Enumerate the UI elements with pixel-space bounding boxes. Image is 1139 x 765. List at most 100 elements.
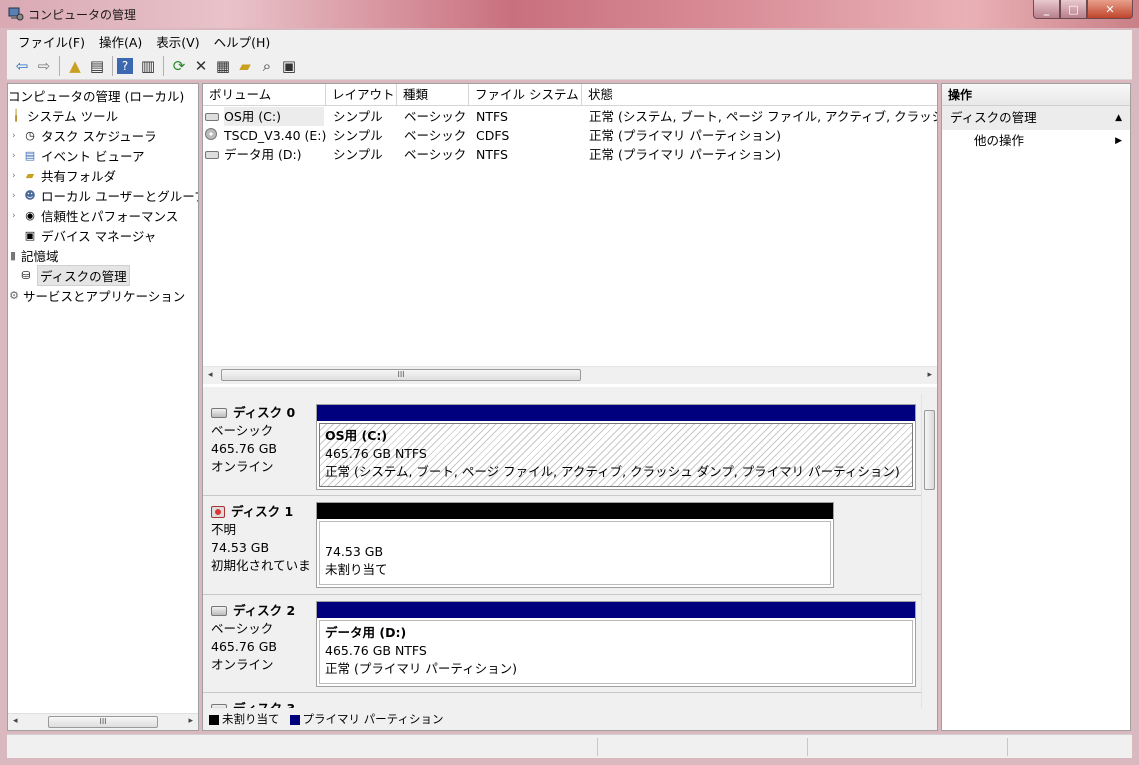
tree-item-shared-folders[interactable]: › ▰ 共有フォルダ [12, 166, 116, 185]
expand-arrow-icon[interactable]: › [12, 151, 22, 161]
delete-icon[interactable]: ✕ [190, 55, 212, 77]
volume-list[interactable]: ボリューム レイアウト 種類 ファイル システム 状態 OS用 (C:) シンプ… [203, 84, 937, 387]
open-folder-icon[interactable]: ▰ [234, 55, 256, 77]
search-icon[interactable]: ⌕ [256, 55, 278, 77]
tree-horizontal-scrollbar[interactable]: ◂ III ▸ [8, 713, 198, 730]
title-bar[interactable]: コンピュータの管理 _ □ ✕ [0, 0, 1139, 28]
volume-c-body[interactable]: OS用 (C:) 465.76 GB NTFS 正常 (システム, ブート, ペ… [319, 423, 913, 487]
volume-name: OS用 (C:) [325, 428, 388, 443]
tree-item-label: デバイス マネージャ [41, 229, 157, 244]
computer-management-icon [8, 7, 24, 21]
collapse-arrow-icon[interactable]: ▲ [1115, 106, 1122, 130]
expand-arrow-icon[interactable]: › [12, 171, 22, 181]
filesystem-cell: NTFS [476, 109, 508, 124]
filesystem-cell: NTFS [476, 147, 508, 162]
disk-0-info[interactable]: ディスク 0 ベーシック 465.76 GB オンライン [211, 404, 319, 476]
scroll-thumb[interactable]: III [221, 369, 581, 381]
column-header-type[interactable]: 種類 [397, 84, 469, 106]
volume-size: 465.76 GB NTFS [325, 643, 427, 658]
layout-cell: シンプル [333, 109, 383, 124]
scroll-left-icon[interactable]: ◂ [13, 716, 18, 726]
volume-list-horizontal-scrollbar[interactable]: ◂ III ▸ [203, 366, 937, 384]
actions-pane: 操作 ディスクの管理 ▲ 他の操作 ▶ [941, 83, 1131, 731]
column-header-layout[interactable]: レイアウト [326, 84, 397, 106]
disk-size: 465.76 GB [211, 441, 277, 456]
volume-c-partition[interactable]: OS用 (C:) 465.76 GB NTFS 正常 (システム, ブート, ペ… [316, 404, 916, 490]
column-header-filesystem[interactable]: ファイル システム [469, 84, 582, 106]
back-icon[interactable]: ⇦ [11, 55, 33, 77]
unallocated-body[interactable]: 74.53 GB 未割り当て [319, 521, 831, 585]
disk-map-vertical-scrollbar[interactable] [921, 394, 937, 708]
disk-map[interactable]: ディスク 0 ベーシック 465.76 GB オンライン OS用 (C:) 46… [203, 394, 937, 708]
tree-item-computer-management[interactable]: コンピュータの管理 (ローカル) [8, 86, 184, 105]
expand-arrow-icon[interactable]: › [12, 211, 22, 221]
properties-icon[interactable]: ▦ [212, 55, 234, 77]
disk-1-unallocated[interactable]: 74.53 GB 未割り当て [316, 502, 834, 588]
tree-item-disk-management[interactable]: ⛁ ディスクの管理 [18, 265, 130, 286]
menu-view[interactable]: 表示(V) [149, 32, 206, 51]
volume-d-body[interactable]: データ用 (D:) 465.76 GB NTFS 正常 (プライマリ パーティシ… [319, 620, 913, 684]
scroll-thumb[interactable] [924, 410, 935, 490]
column-header-status[interactable]: 状態 [582, 84, 937, 106]
column-header-volume[interactable]: ボリューム [203, 84, 326, 106]
hard-disk-icon [211, 606, 227, 616]
tree-item-label: イベント ビューア [41, 149, 145, 164]
menu-help[interactable]: ヘルプ(H) [207, 32, 278, 51]
volume-d-partition[interactable]: データ用 (D:) 465.76 GB NTFS 正常 (プライマリ パーティシ… [316, 601, 916, 687]
tools-icon: ╽ [12, 109, 20, 122]
tree-item-storage[interactable]: ▮ 記憶域 [8, 246, 59, 265]
show-hide-action-pane-icon[interactable]: ▥ [137, 55, 159, 77]
close-button[interactable]: ✕ [1087, 0, 1133, 19]
disk-error-icon [211, 506, 225, 518]
clock-icon: ◷ [25, 129, 35, 142]
disk-1-info[interactable]: ディスク 1 不明 74.53 GB 初期化されていま [211, 503, 319, 575]
navigation-tree[interactable]: コンピュータの管理 (ローカル) ╽ システム ツール › ◷ タスク スケジュ… [7, 83, 199, 731]
forward-icon[interactable]: ⇨ [33, 55, 55, 77]
help-icon[interactable]: ? [117, 57, 133, 74]
minimize-button[interactable]: _ [1033, 0, 1060, 19]
services-icon: ⚙ [9, 289, 19, 302]
legend-label: 未割り当て [222, 712, 280, 726]
disk-name: ディスク 0 [233, 405, 296, 420]
tree-item-system-tools[interactable]: ╽ システム ツール [8, 106, 118, 125]
legend: 未割り当て プライマリ パーティション [203, 708, 937, 730]
menu-action[interactable]: 操作(A) [92, 32, 149, 51]
toolbar-separator [112, 55, 113, 76]
tree-item-local-users[interactable]: › ☻ ローカル ユーザーとグループ [12, 186, 198, 205]
tree-item-device-manager[interactable]: ▣ デバイス マネージャ [22, 226, 156, 245]
section-label: ディスクの管理 [950, 110, 1037, 125]
tree-item-label: サービスとアプリケーション [23, 289, 186, 304]
table-row[interactable]: データ用 (D:) シンプル ベーシック NTFS 正常 (プライマリ パーティ… [203, 145, 937, 164]
status-bar [7, 734, 1132, 758]
disk-3-info[interactable]: ディスク 3 [211, 700, 319, 708]
table-row[interactable]: TSCD_V3.40 (E:) シンプル ベーシック CDFS 正常 (プライマ… [203, 126, 937, 145]
menu-file[interactable]: ファイル(F) [11, 32, 92, 51]
volume-size: 74.53 GB [325, 544, 384, 559]
actions-section-disk-management[interactable]: ディスクの管理 ▲ [942, 106, 1130, 130]
disk-size: 74.53 GB [211, 540, 270, 555]
refresh-icon[interactable]: ⟳ [168, 55, 190, 77]
scroll-left-icon[interactable]: ◂ [208, 370, 213, 380]
expand-arrow-icon[interactable]: › [12, 191, 22, 201]
expand-arrow-icon[interactable]: › [12, 131, 22, 141]
disk-status: オンライン [211, 459, 274, 474]
tree-item-event-viewer[interactable]: › ▤ イベント ビューア [12, 146, 144, 165]
scroll-thumb[interactable]: III [48, 716, 158, 728]
show-hide-tree-icon[interactable]: ▤ [86, 55, 108, 77]
disk-name: ディスク 1 [231, 504, 294, 519]
table-row[interactable]: OS用 (C:) シンプル ベーシック NTFS 正常 (システム, ブート, … [203, 107, 937, 126]
scroll-right-icon[interactable]: ▸ [927, 370, 932, 380]
volume-name: TSCD_V3.40 (E:) [224, 128, 326, 143]
disk-status: 初期化されていま [211, 558, 311, 573]
primary-partition-bar [317, 405, 915, 421]
disk-2-info[interactable]: ディスク 2 ベーシック 465.76 GB オンライン [211, 602, 319, 674]
scroll-right-icon[interactable]: ▸ [188, 716, 193, 726]
maximize-button[interactable]: □ [1060, 0, 1087, 19]
tree-item-task-scheduler[interactable]: › ◷ タスク スケジューラ [12, 126, 157, 145]
tree-item-services[interactable]: ⚙ サービスとアプリケーション [8, 286, 185, 305]
toolbar-separator [163, 55, 164, 76]
export-icon[interactable]: ▣ [278, 55, 300, 77]
action-more-actions[interactable]: 他の操作 ▶ [942, 130, 1130, 152]
tree-item-reliability[interactable]: › ◉ 信頼性とパフォーマンス [12, 206, 178, 225]
up-folder-icon[interactable]: ▲ [64, 55, 86, 77]
